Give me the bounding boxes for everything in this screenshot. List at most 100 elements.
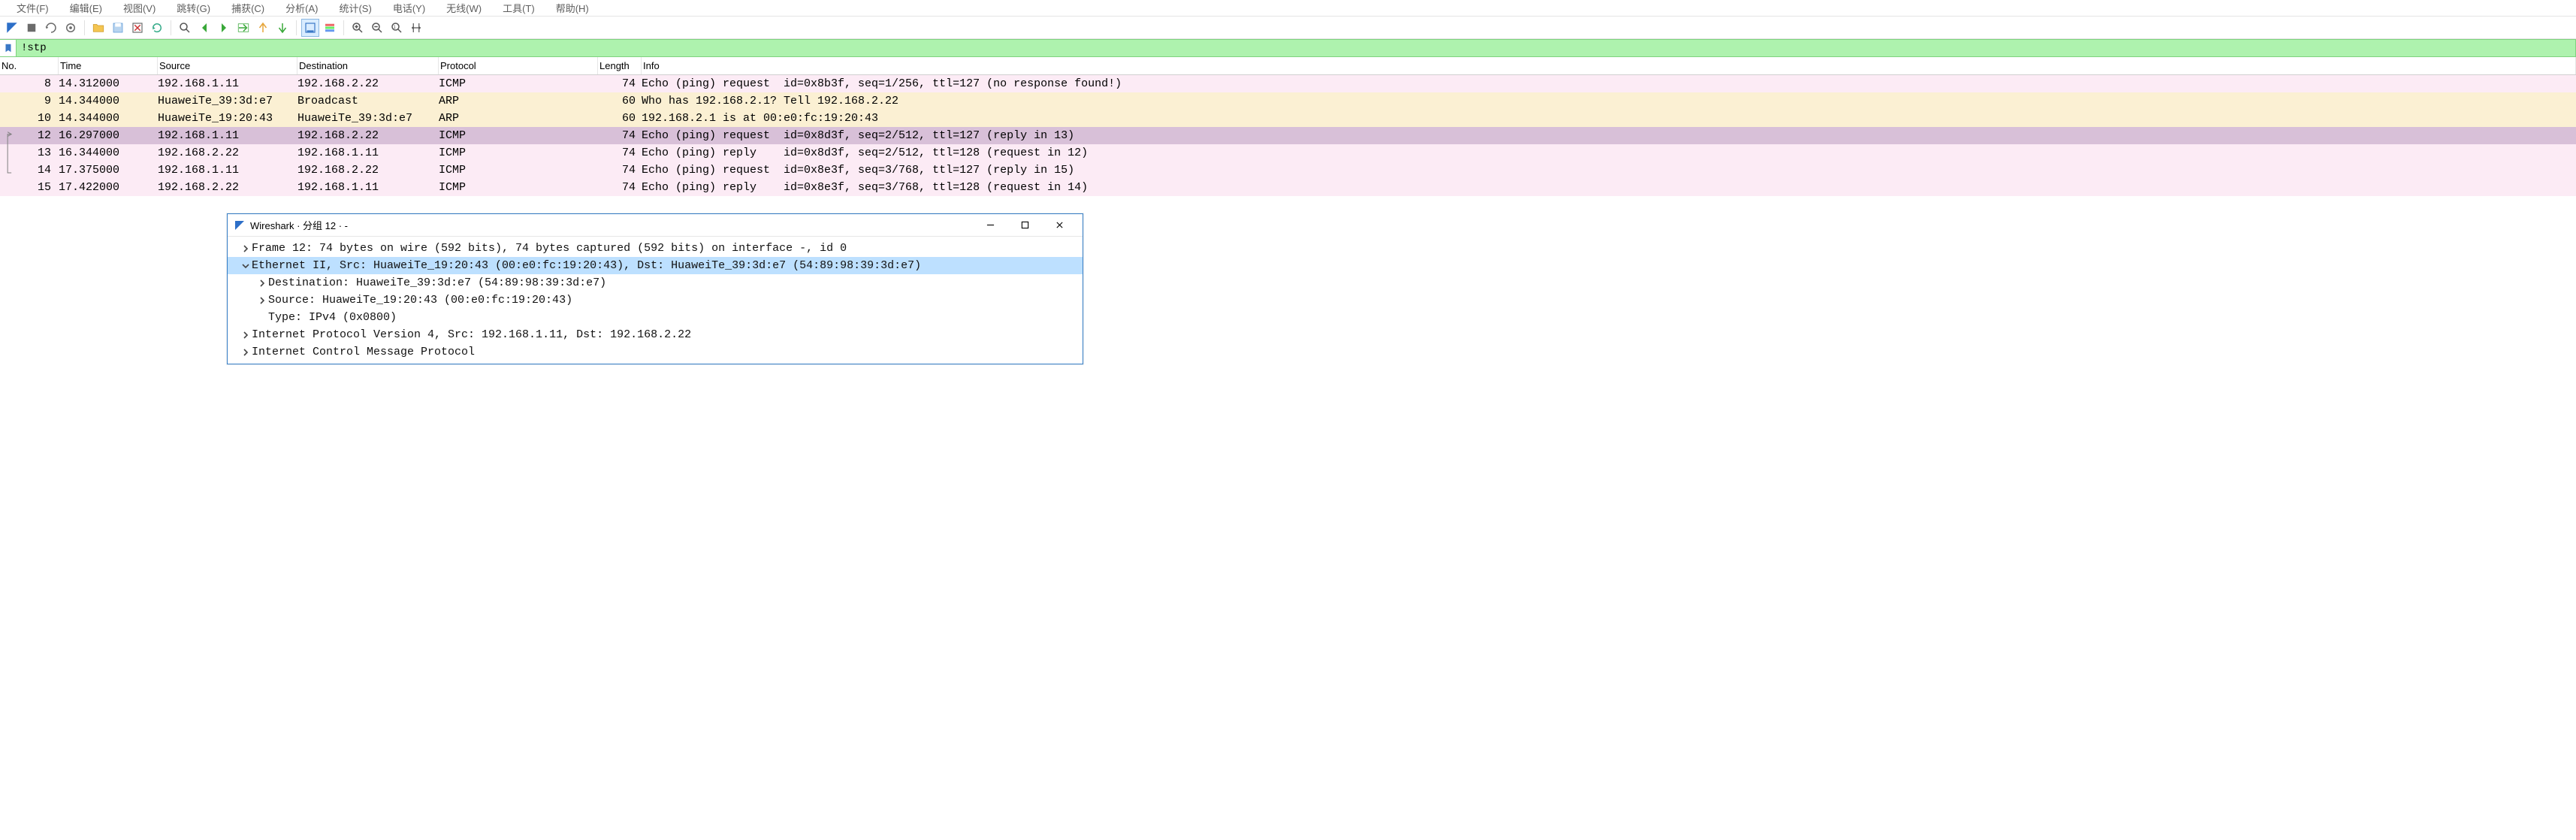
cell-no: 12 [0,127,59,144]
display-filter-input[interactable] [17,42,2575,54]
tree-line-text: Frame 12: 74 bytes on wire (592 bits), 7… [252,240,847,257]
cell-destination: 192.168.1.11 [297,144,439,162]
menu-statistics[interactable]: 统计(S) [328,0,382,17]
column-protocol[interactable]: Protocol [439,57,598,74]
window-titlebar[interactable]: Wireshark · 分组 12 · - [228,214,1083,237]
cell-info: Echo (ping) reply id=0x8d3f, seq=2/512, … [642,144,2576,162]
cell-protocol: ICMP [439,75,598,92]
zoom-in-icon[interactable] [349,19,367,37]
auto-scroll-icon[interactable] [301,19,319,37]
maximize-button[interactable] [1007,214,1042,237]
cell-source: 192.168.2.22 [158,144,297,162]
column-destination[interactable]: Destination [297,57,439,74]
menu-help[interactable]: 帮助(H) [545,0,599,17]
cell-no: 13 [0,144,59,162]
cell-protocol: ICMP [439,144,598,162]
menu-bar: 文件(F) 编辑(E) 视图(V) 跳转(G) 捕获(C) 分析(A) 统计(S… [0,0,2576,17]
cell-length: 60 [598,110,642,127]
packet-list-pane: No. Time Source Destination Protocol Len… [0,57,2576,196]
expander-closed-icon[interactable] [256,297,268,304]
menu-capture[interactable]: 捕获(C) [221,0,275,17]
resize-columns-icon[interactable] [407,19,425,37]
tree-line-text: Destination: HuaweiTe_39:3d:e7 (54:89:98… [268,274,606,292]
minimize-button[interactable] [973,214,1007,237]
cell-protocol: ICMP [439,179,598,196]
open-file-icon[interactable] [89,19,107,37]
tree-line[interactable]: Frame 12: 74 bytes on wire (592 bits), 7… [228,240,1083,257]
tree-line[interactable]: Ethernet II, Src: HuaweiTe_19:20:43 (00:… [228,257,1083,274]
save-file-icon[interactable] [109,19,127,37]
cell-destination: Broadcast [297,92,439,110]
expander-closed-icon[interactable] [240,245,252,252]
cell-info: 192.168.2.1 is at 00:e0:fc:19:20:43 [642,110,2576,127]
expander-closed-icon[interactable] [240,331,252,339]
start-capture-icon[interactable] [3,19,21,37]
zoom-reset-icon[interactable]: 1 [388,19,406,37]
filter-bookmark-button[interactable] [0,40,17,56]
packet-row[interactable]: 814.312000192.168.1.11192.168.2.22ICMP74… [0,75,2576,92]
column-time[interactable]: Time [59,57,158,74]
tree-line-text: Internet Protocol Version 4, Src: 192.16… [252,326,691,343]
cell-no: 8 [0,75,59,92]
packet-row[interactable]: 1417.375000192.168.1.11192.168.2.22ICMP7… [0,162,2576,179]
menu-analyze[interactable]: 分析(A) [275,0,328,17]
cell-destination: HuaweiTe_39:3d:e7 [297,110,439,127]
expander-closed-icon[interactable] [256,279,268,287]
menu-go[interactable]: 跳转(G) [166,0,221,17]
menu-view[interactable]: 视图(V) [113,0,166,17]
cell-time: 17.422000 [59,179,158,196]
close-file-icon[interactable] [128,19,146,37]
packet-list-header[interactable]: No. Time Source Destination Protocol Len… [0,57,2576,75]
cell-protocol: ARP [439,92,598,110]
capture-options-icon[interactable] [62,19,80,37]
tree-line[interactable]: Internet Protocol Version 4, Src: 192.16… [228,326,1083,343]
close-button[interactable] [1042,214,1077,237]
cell-source: 192.168.1.11 [158,75,297,92]
cell-source: 192.168.2.22 [158,179,297,196]
cell-protocol: ICMP [439,127,598,144]
go-first-icon[interactable] [254,19,272,37]
tree-line-text: Source: HuaweiTe_19:20:43 (00:e0:fc:19:2… [268,292,572,309]
cell-destination: 192.168.2.22 [297,75,439,92]
column-no[interactable]: No. [0,57,59,74]
packet-row[interactable]: 1316.344000192.168.2.22192.168.1.11ICMP7… [0,144,2576,162]
reload-file-icon[interactable] [148,19,166,37]
packet-details-tree: Frame 12: 74 bytes on wire (592 bits), 7… [228,237,1083,364]
packet-row[interactable]: 1517.422000192.168.2.22192.168.1.11ICMP7… [0,179,2576,196]
find-packet-icon[interactable] [176,19,194,37]
go-last-icon[interactable] [273,19,291,37]
packet-row[interactable]: 1216.297000192.168.1.11192.168.2.22ICMP7… [0,127,2576,144]
colorize-icon[interactable] [321,19,339,37]
go-forward-icon[interactable] [215,19,233,37]
column-length[interactable]: Length [598,57,642,74]
column-source[interactable]: Source [158,57,297,74]
toolbar: 1 [0,17,2576,39]
zoom-out-icon[interactable] [368,19,386,37]
cell-length: 74 [598,162,642,179]
tree-line[interactable]: Source: HuaweiTe_19:20:43 (00:e0:fc:19:2… [228,292,1083,309]
tree-line[interactable]: Internet Control Message Protocol [228,343,1083,361]
tree-line[interactable]: Type: IPv4 (0x0800) [228,309,1083,326]
expander-open-icon[interactable] [240,262,252,270]
go-back-icon[interactable] [195,19,213,37]
packet-row[interactable]: 1014.344000HuaweiTe_19:20:43HuaweiTe_39:… [0,110,2576,127]
packet-row[interactable]: 914.344000HuaweiTe_39:3d:e7BroadcastARP6… [0,92,2576,110]
stop-capture-icon[interactable] [23,19,41,37]
menu-file[interactable]: 文件(F) [6,0,59,17]
cell-info: Echo (ping) request id=0x8b3f, seq=1/256… [642,75,2576,92]
cell-length: 74 [598,127,642,144]
column-info[interactable]: Info [642,57,2576,74]
menu-edit[interactable]: 编辑(E) [59,0,113,17]
menu-telephony[interactable]: 电话(Y) [382,0,436,17]
tree-line-text: Internet Control Message Protocol [252,343,475,361]
restart-capture-icon[interactable] [42,19,60,37]
cell-source: 192.168.1.11 [158,127,297,144]
go-to-packet-icon[interactable] [234,19,252,37]
tree-line-text: Type: IPv4 (0x0800) [268,309,397,326]
menu-wireless[interactable]: 无线(W) [436,0,492,17]
tree-line[interactable]: Destination: HuaweiTe_39:3d:e7 (54:89:98… [228,274,1083,292]
cell-protocol: ICMP [439,162,598,179]
expander-closed-icon[interactable] [240,349,252,356]
menu-tools[interactable]: 工具(T) [492,0,545,17]
cell-time: 14.312000 [59,75,158,92]
